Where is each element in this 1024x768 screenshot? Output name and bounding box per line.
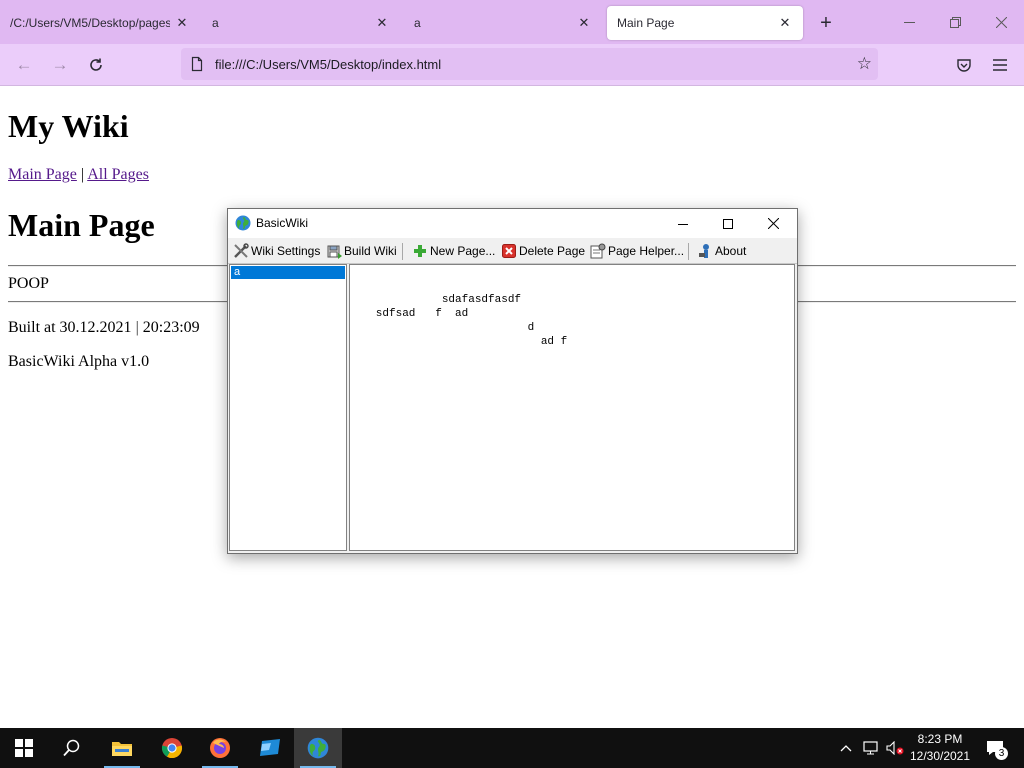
tab-main-page[interactable]: Main Page ✕ [607,6,803,40]
page-helper-label: Page Helper... [608,244,685,258]
forward-icon[interactable]: → [46,52,74,78]
chevron-up-icon[interactable] [836,728,856,768]
close-icon[interactable]: ✕ [576,15,592,31]
menu-icon[interactable] [986,52,1014,78]
wiki-nav-links: Main Page | All Pages [8,166,149,184]
built-date: Built at 30.12.2021 [8,319,132,336]
build-wiki-button[interactable]: Build Wiki [326,241,397,261]
maximize-icon[interactable] [705,209,750,238]
wiki-settings-label: Wiki Settings [251,244,321,258]
build-wiki-label: Build Wiki [344,244,397,258]
basicwiki-toolbar: Wiki Settings Build Wiki New Page... Del… [228,239,797,264]
new-page-label: New Page... [430,244,496,258]
basicwiki-app[interactable] [294,728,342,768]
built-time: 20:23:09 [142,319,200,336]
nav-separator: | [80,166,85,183]
address-bar[interactable]: file:///C:/Users/VM5/Desktop/index.html … [181,48,878,80]
about-button[interactable]: About [697,241,746,261]
all-pages-link[interactable]: All Pages [87,166,149,183]
page-helper-button[interactable]: Page Helper... [590,241,684,261]
pocket-icon[interactable] [950,52,978,78]
page-heading: Main Page [8,207,155,243]
firefox-icon [210,738,230,758]
remote-desktop-icon [260,739,280,756]
build-icon [326,243,342,259]
tools-icon [233,243,249,259]
new-tab-icon[interactable]: + [814,11,838,35]
chrome-icon [161,738,183,759]
notification-badge: 3 [995,747,1008,760]
start-button[interactable] [0,728,48,768]
minimize-icon[interactable] [891,8,927,36]
basicwiki-window: BasicWiki Wiki Settings Build Wiki New P… [227,208,798,554]
tab-a-2[interactable]: a ✕ [404,6,602,40]
wiki-settings-button[interactable]: Wiki Settings [233,241,320,261]
system-clock[interactable]: 8:23 PM 12/30/2021 [904,731,976,765]
toolbar-separator [402,243,403,260]
page-helper-icon [590,243,606,259]
basicwiki-title-bar[interactable]: BasicWiki [228,209,797,238]
reload-icon[interactable] [82,52,110,78]
new-page-button[interactable]: New Page... [412,241,495,261]
folder-icon [112,742,132,756]
search-button[interactable] [48,728,96,768]
close-icon[interactable]: ✕ [174,15,190,31]
tab-title: /C:/Users/VM5/Desktop/pages/ [10,16,170,30]
file-explorer-app[interactable] [98,728,146,768]
page-list[interactable]: a [229,264,347,551]
network-icon[interactable] [860,728,882,768]
globe-icon [235,215,251,231]
minimize-icon[interactable] [660,209,705,238]
browser-nav-bar: ← → file:///C:/Users/VM5/Desktop/index.h… [0,44,1024,86]
chrome-app[interactable] [148,728,196,768]
wiki-title: My Wiki [8,108,129,144]
tab-pages-folder[interactable]: /C:/Users/VM5/Desktop/pages/ ✕ [0,6,200,40]
page-list-item[interactable]: a [231,266,345,279]
firefox-app[interactable] [196,728,244,768]
delete-page-label: Delete Page [519,244,586,258]
browser-tab-strip: /C:/Users/VM5/Desktop/pages/ ✕ a ✕ a ✕ M… [0,0,1024,44]
about-label: About [715,244,747,258]
globe-icon [307,737,329,759]
close-icon[interactable]: ✕ [777,15,793,31]
basicwiki-title: BasicWiki [256,216,309,230]
tab-title: a [414,16,421,30]
built-timestamp: Built at 30.12.2021 | 20:23:09 [8,319,200,337]
built-separator: | [135,319,139,336]
notification-center[interactable]: 3 [980,728,1010,768]
file-icon [189,56,205,72]
delete-icon [501,243,517,259]
taskbar: 8:23 PM 12/30/2021 3 [0,728,1024,768]
close-icon[interactable]: ✕ [374,15,390,31]
tab-a-1[interactable]: a ✕ [202,6,400,40]
clock-date: 12/30/2021 [909,749,971,763]
editor-content: sdafasdfasdf sdfsad f ad d ad f [375,294,568,348]
clock-time: 8:23 PM [917,732,963,746]
remote-desktop-app[interactable] [246,728,294,768]
back-icon[interactable]: ← [10,52,38,78]
restore-icon[interactable] [937,8,973,36]
plus-icon [412,243,428,259]
close-window-icon[interactable] [983,8,1019,36]
version-text: BasicWiki Alpha v1.0 [8,353,150,370]
close-icon[interactable] [751,209,796,238]
about-icon [697,243,713,259]
delete-page-button[interactable]: Delete Page [501,241,585,261]
windows-icon [15,739,33,757]
tab-title: Main Page [617,16,675,30]
bookmark-star-icon[interactable]: ☆ [857,55,872,73]
toolbar-separator [688,243,689,260]
url-text: file:///C:/Users/VM5/Desktop/index.html [215,56,442,72]
page-body-text: POOP [8,275,49,292]
volume-muted-icon[interactable] [884,728,906,768]
main-page-link[interactable]: Main Page [8,166,77,183]
page-editor[interactable]: sdafasdfasdf sdfsad f ad d ad f [349,264,795,551]
tab-title: a [212,16,219,30]
search-icon [63,739,80,757]
